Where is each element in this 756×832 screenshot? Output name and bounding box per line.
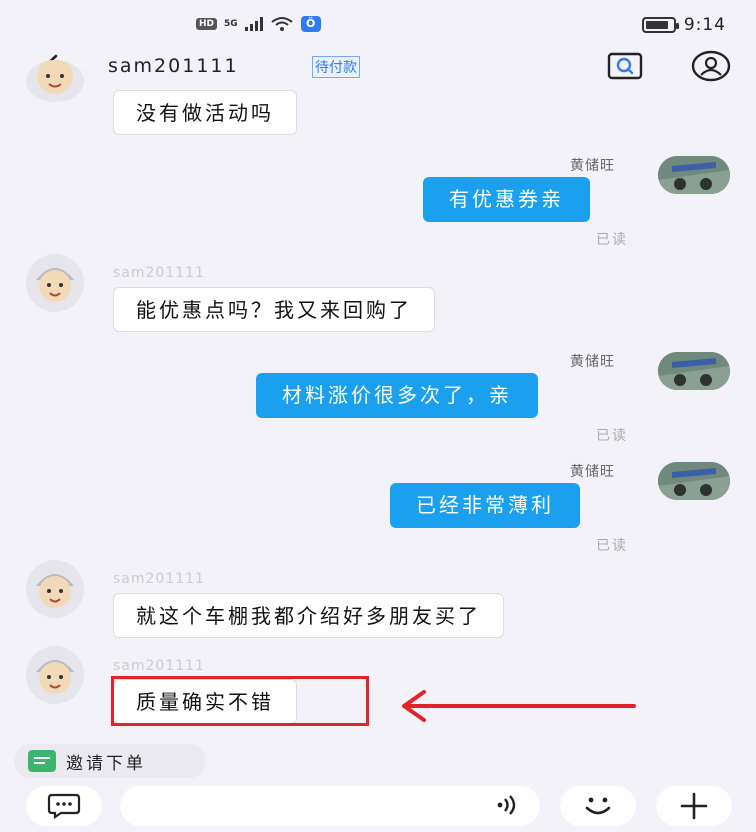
customer-avatar[interactable] (26, 560, 84, 618)
message-input[interactable] (120, 786, 540, 826)
message-bubble[interactable]: 材料涨价很多次了，亲 (256, 373, 538, 418)
message-bubble[interactable]: 就这个车棚我都介绍好多朋友买了 (113, 593, 504, 638)
hd-badge: HD (196, 18, 218, 30)
invite-order-button[interactable]: 邀请下单 (14, 744, 206, 778)
agent-avatar[interactable] (658, 462, 730, 500)
invite-order-label: 邀请下单 (66, 753, 146, 774)
agent-avatar[interactable] (658, 156, 730, 194)
agent-avatar[interactable] (658, 352, 730, 390)
battery-icon (641, 17, 679, 33)
sender-name: 黄储旺 (570, 354, 615, 370)
customer-avatar[interactable] (26, 646, 84, 704)
pointer-arrow (402, 690, 636, 722)
customer-avatar[interactable] (26, 254, 84, 312)
clock: 9:14 (683, 15, 726, 35)
message-bubble[interactable]: 没有做活动吗 (113, 90, 297, 135)
message-bubble[interactable]: 有优惠券亲 (423, 177, 590, 222)
order-status-tag[interactable]: 待付款 (312, 56, 360, 78)
wifi-icon (271, 17, 293, 31)
read-receipt: 已读 (596, 538, 628, 554)
status-bar: HD 5G Ö 9:14 (0, 0, 756, 48)
invite-order-icon (28, 750, 56, 772)
message-bubble[interactable]: 已经非常薄利 (390, 483, 580, 528)
sender-name: sam201111 (113, 658, 205, 674)
emoji-icon (585, 797, 611, 815)
voice-icon[interactable] (494, 794, 522, 816)
more-button[interactable] (656, 786, 732, 826)
contact-name: sam201111 (108, 55, 239, 77)
app-notification-icon: Ö (300, 16, 321, 32)
emoji-button[interactable] (560, 786, 636, 826)
quick-reply-button[interactable] (26, 786, 102, 826)
read-receipt: 已读 (596, 428, 628, 444)
chat-icon (47, 793, 81, 819)
chat-header: sam201111 待付款 (0, 48, 756, 88)
order-search-icon[interactable] (606, 52, 644, 80)
sender-name: sam201111 (113, 571, 205, 587)
plus-icon (680, 792, 708, 820)
customer-avatar[interactable] (26, 60, 84, 102)
highlight-box (111, 676, 369, 726)
read-receipt: 已读 (596, 232, 628, 248)
input-bar (0, 780, 756, 832)
message-bubble[interactable]: 能优惠点吗？我又来回购了 (113, 287, 435, 332)
profile-icon[interactable] (690, 50, 732, 82)
signal-icon (244, 17, 263, 31)
sender-name: 黄储旺 (570, 464, 615, 480)
network-type: 5G (224, 18, 238, 29)
sender-name: sam201111 (113, 265, 205, 281)
sender-name: 黄储旺 (570, 158, 615, 174)
